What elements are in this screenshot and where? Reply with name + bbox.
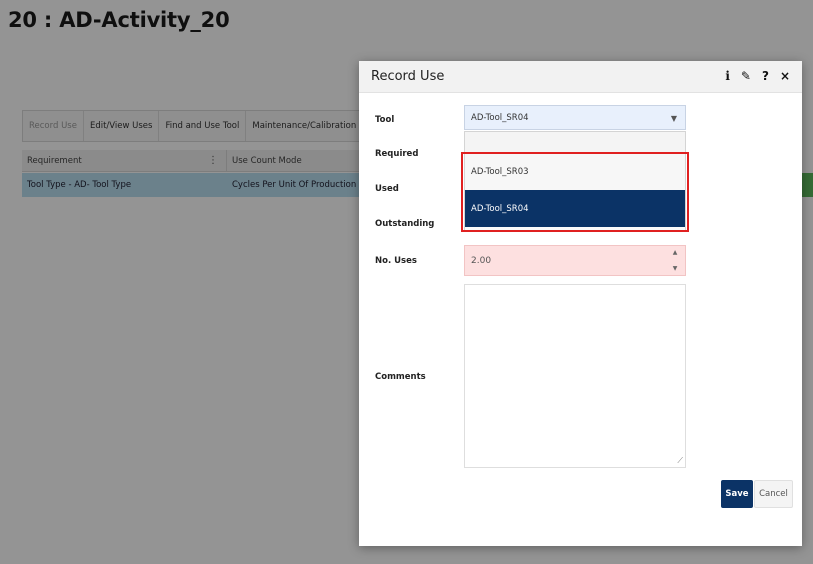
quantity-stepper[interactable]: ▲ ▼ [669, 249, 681, 272]
dialog-title: Record Use [371, 69, 445, 84]
record-use-dialog: Record Use i ✎ ? × Tool Required Used Ou… [359, 61, 802, 546]
used-label: Used [375, 184, 399, 194]
no-uses-input[interactable]: 2.00 ▲ ▼ [464, 245, 686, 276]
tool-select-value: AD-Tool_SR04 [471, 112, 529, 123]
help-icon[interactable]: ? [762, 69, 769, 83]
no-uses-label: No. Uses [375, 256, 417, 266]
tool-option-sr03[interactable]: AD-Tool_SR03 [465, 153, 685, 190]
info-icon[interactable]: i [725, 69, 730, 83]
outstanding-label: Outstanding [375, 219, 435, 229]
comments-textarea[interactable]: ⟋ [464, 284, 686, 468]
tool-option-sr04[interactable]: AD-Tool_SR04 [465, 190, 685, 227]
comments-label: Comments [375, 372, 426, 382]
dropdown-spacer [465, 132, 685, 153]
chevron-down-icon[interactable]: ▼ [671, 114, 677, 123]
required-label: Required [375, 149, 419, 159]
no-uses-value: 2.00 [471, 255, 492, 266]
dialog-header-icons: i ✎ ? × [725, 69, 790, 83]
pencil-icon[interactable]: ✎ [741, 69, 751, 83]
stepper-down-icon[interactable]: ▼ [673, 265, 678, 272]
dialog-header: Record Use i ✎ ? × [359, 61, 802, 93]
tool-label: Tool [375, 115, 395, 125]
resize-handle-icon[interactable]: ⟋ [677, 456, 683, 466]
close-icon[interactable]: × [780, 69, 790, 83]
stepper-up-icon[interactable]: ▲ [673, 249, 678, 256]
save-button[interactable]: Save [721, 480, 753, 508]
tool-select[interactable]: AD-Tool_SR04 ▼ [464, 105, 686, 130]
page: 20 : AD-Activity_20 Record Use Edit/View… [0, 0, 813, 564]
cancel-button[interactable]: Cancel [754, 480, 793, 508]
tool-dropdown-list: AD-Tool_SR03 AD-Tool_SR04 [464, 131, 686, 231]
